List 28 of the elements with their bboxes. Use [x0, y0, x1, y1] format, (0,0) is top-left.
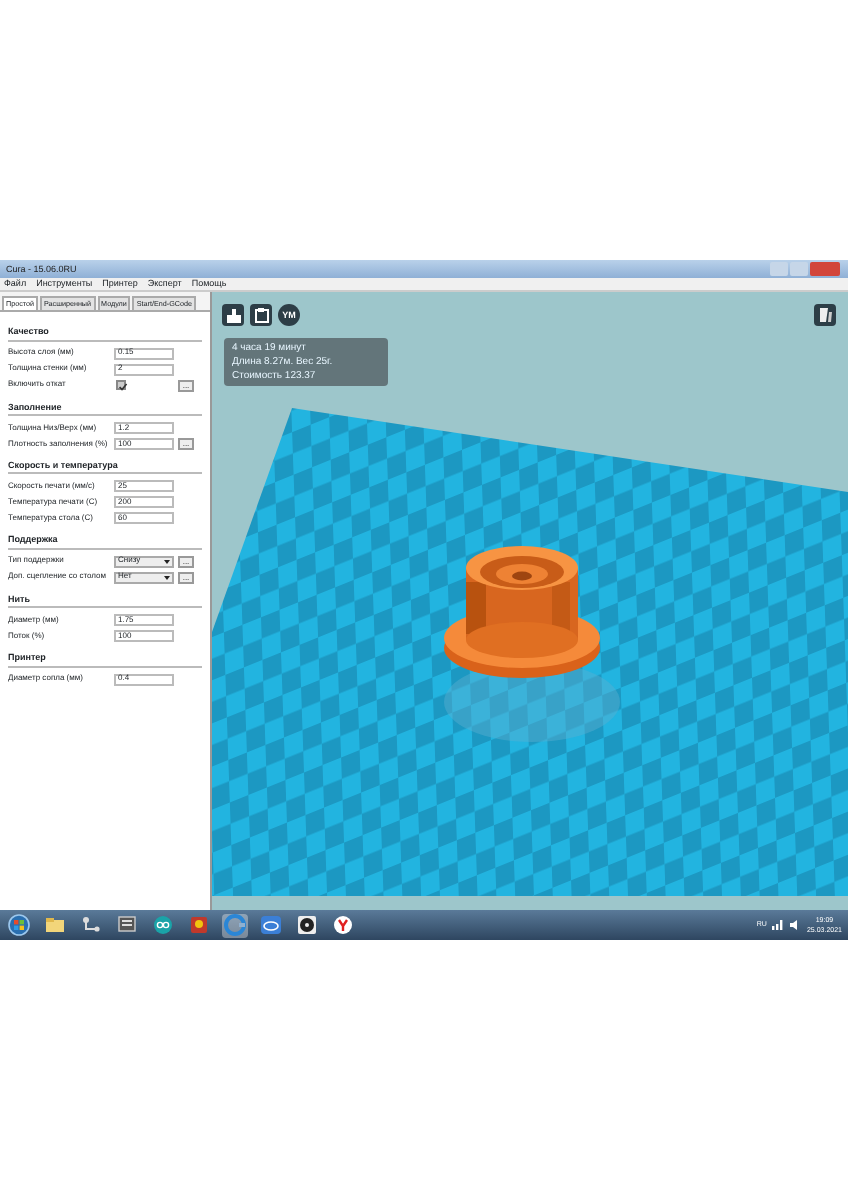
monitor-icon — [116, 914, 138, 936]
caret-icon — [164, 575, 170, 580]
caret-icon — [164, 559, 170, 564]
taskbar-button[interactable] — [294, 913, 320, 937]
network-icon — [80, 914, 102, 936]
taskbar-button[interactable] — [78, 913, 104, 937]
letter-c-icon — [224, 914, 246, 936]
browser-icon — [332, 914, 354, 936]
game-icon — [188, 914, 210, 936]
checkbox[interactable] — [116, 380, 126, 391]
load-button[interactable] — [222, 304, 244, 326]
taskbar-button[interactable] — [330, 913, 356, 937]
taskbar-button[interactable] — [258, 913, 284, 937]
cloud-icon — [260, 914, 282, 936]
printer-icon — [225, 307, 241, 323]
document-icon — [253, 307, 269, 323]
layers-icon — [817, 306, 833, 324]
folder-icon — [44, 914, 66, 936]
print-button[interactable] — [250, 304, 272, 326]
view-button[interactable] — [814, 304, 836, 326]
disc-icon — [296, 914, 318, 936]
taskbar-button[interactable] — [114, 913, 140, 937]
infinity-icon — [152, 914, 174, 936]
start-button[interactable] — [6, 913, 32, 937]
taskbar-button[interactable] — [150, 913, 176, 937]
network-signal-icon — [772, 920, 785, 930]
speaker-icon — [790, 920, 801, 930]
taskbar-button[interactable] — [42, 913, 68, 937]
